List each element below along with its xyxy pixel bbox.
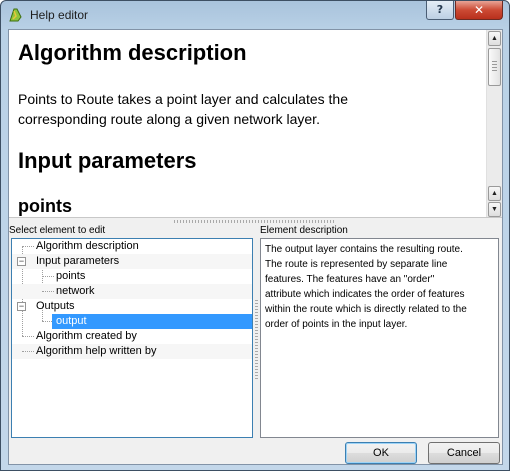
ok-button[interactable]: OK (345, 442, 417, 464)
element-description-text[interactable]: The output layer contains the resulting … (265, 242, 495, 332)
element-description-editor[interactable]: The output layer contains the resulting … (260, 238, 499, 438)
scroll-thumb[interactable] (488, 48, 501, 86)
tree-item-input-parameters[interactable]: − Input parameters (12, 254, 252, 269)
heading-input-parameters: Input parameters (18, 148, 197, 173)
scroll-up-button[interactable]: ▲ (488, 31, 501, 46)
tree-item-network[interactable]: network (12, 284, 252, 299)
heading-algorithm-description: Algorithm description (18, 40, 247, 65)
help-preview[interactable]: Algorithm description Points to Route ta… (9, 30, 502, 218)
tree-item-label: Algorithm help written by (36, 345, 157, 357)
tree-branch-line (22, 336, 34, 337)
heading-points: points (18, 196, 72, 216)
tree-item-output[interactable]: output (52, 314, 252, 329)
tree-item-algorithm-help-written-by[interactable]: Algorithm help written by (12, 344, 252, 359)
collapse-icon[interactable]: − (17, 257, 26, 266)
tree-item-label: Algorithm created by (36, 330, 137, 342)
tree-item-label: Input parameters (36, 255, 120, 267)
tree-branch-line (42, 321, 52, 322)
scroll-down-button[interactable]: ▼ (488, 202, 501, 217)
close-button[interactable]: ✕ (455, 1, 503, 20)
tree-item-label: points (56, 270, 86, 282)
cancel-button[interactable]: Cancel (428, 442, 500, 464)
tree-branch-line (22, 351, 34, 352)
tree-item-points[interactable]: points (12, 269, 252, 284)
title-bar[interactable]: Help editor ? ✕ (1, 1, 509, 29)
preview-scrollbar[interactable]: ▲ ▲ ▼ (486, 30, 502, 217)
tree-branch-line (42, 291, 54, 292)
dialog-body: Algorithm description Points to Route ta… (8, 29, 503, 465)
window-title: Help editor (30, 8, 89, 22)
description-paragraph: Points to Route takes a point layer and … (18, 91, 348, 127)
tree-item-algorithm-created-by[interactable]: Algorithm created by (12, 329, 252, 344)
tree-label: Select element to edit (9, 225, 106, 236)
tree-branch-line (22, 246, 34, 247)
collapse-icon[interactable]: − (17, 302, 26, 311)
tree-item-label: output (56, 315, 87, 327)
tree-item-outputs[interactable]: − Outputs (12, 299, 252, 314)
tree-item-label: Algorithm description (36, 240, 139, 252)
grip-icon (492, 61, 497, 73)
scroll-up-button-lower[interactable]: ▲ (488, 186, 501, 201)
tree-branch-line (42, 276, 54, 277)
tree-item-label: network (56, 285, 95, 297)
description-label: Element description (260, 225, 348, 236)
vertical-splitter-handle[interactable] (255, 300, 258, 380)
help-button[interactable]: ? (426, 1, 454, 20)
tree-item-algorithm-description[interactable]: Algorithm description (12, 239, 252, 254)
help-editor-window: Help editor ? ✕ Algorithm description Po… (0, 0, 510, 471)
tree-item-label: Outputs (36, 300, 75, 312)
horizontal-splitter-handle[interactable] (174, 220, 334, 223)
element-tree[interactable]: Algorithm description − Input parameters… (11, 238, 253, 438)
qgis-icon (9, 8, 22, 22)
